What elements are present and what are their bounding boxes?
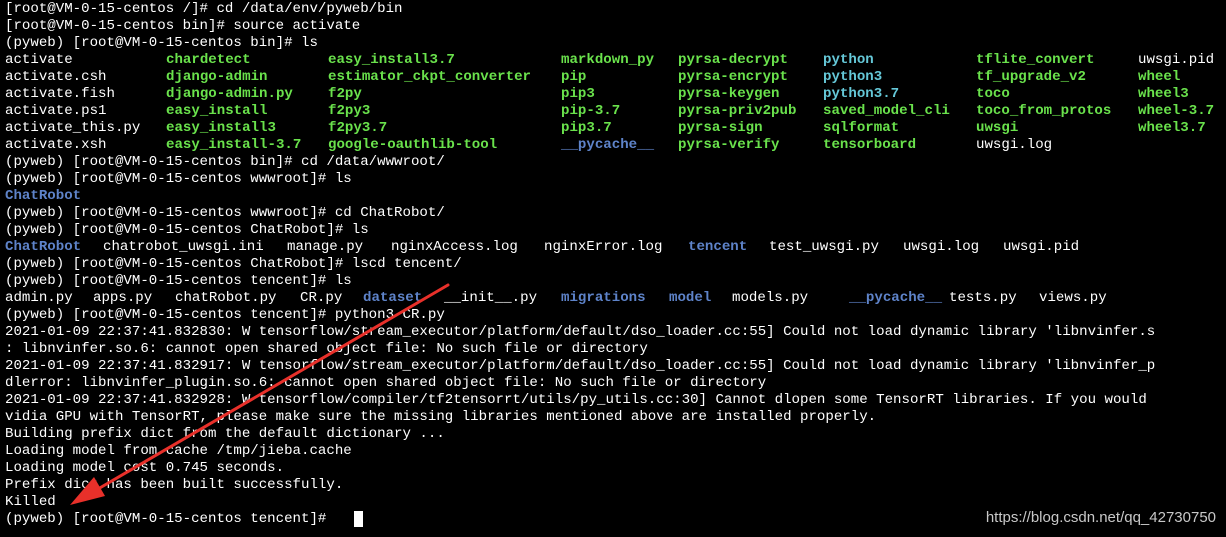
file-entry: f2py3.7 [328, 120, 388, 136]
file-entry: python [823, 52, 874, 68]
file-entry: easy_install3.7 [328, 52, 455, 68]
file-entry: uwsgi.pid [1138, 52, 1215, 68]
terminal-line: [root@VM-0-15-centos bin]# source activa… [5, 18, 361, 34]
file-entry: activate_this.py [5, 120, 141, 136]
file-entry: models.py [732, 290, 809, 306]
file-entry: easy_install-3.7 [166, 137, 302, 153]
file-entry: chardetect [166, 52, 251, 68]
log-line: Loading model cost 0.745 seconds. [5, 460, 285, 476]
file-entry: pyrsa-keygen [678, 86, 780, 102]
file-entry: activate.xsh [5, 137, 107, 153]
terminal-window[interactable]: [root@VM-0-15-centos /]# cd /data/env/py… [0, 0, 1226, 537]
terminal-line: (pyweb) [root@VM-0-15-centos ChatRobot]#… [5, 256, 462, 273]
file-entry: wheel3 [1138, 86, 1189, 102]
file-entry: __pycache__ [849, 290, 943, 306]
file-entry: tf_upgrade_v2 [976, 69, 1086, 85]
file-entry: easy_install [166, 103, 268, 119]
file-entry: pip3.7 [561, 120, 612, 136]
file-entry: nginxAccess.log [391, 239, 518, 255]
file-entry: markdown_py [561, 52, 655, 68]
file-entry: python3.7 [823, 86, 900, 102]
file-entry: activate.csh [5, 69, 107, 85]
file-entry: pyrsa-sign [678, 120, 763, 136]
file-entry: tensorboard [823, 137, 917, 153]
file-entry: django-admin [166, 69, 268, 85]
terminal-line: (pyweb) [root@VM-0-15-centos bin]# cd /d… [5, 154, 445, 170]
log-line: Prefix dict has been built successfully. [5, 477, 344, 493]
file-entry: pip [561, 69, 587, 85]
terminal-line: (pyweb) [root@VM-0-15-centos wwwroot]# l… [5, 171, 352, 187]
file-entry: migrations [561, 290, 646, 306]
file-entry: pyrsa-decrypt [678, 52, 788, 68]
log-line: 2021-01-09 22:37:41.832917: W tensorflow… [5, 358, 1156, 374]
file-entry: saved_model_cli [823, 103, 950, 119]
file-entry: activate.ps1 [5, 103, 107, 119]
file-entry: pyrsa-priv2pub [678, 103, 797, 119]
prompt-text: (pyweb) [root@VM-0-15-centos ChatRobot]#… [5, 256, 369, 272]
file-entry: activate [5, 52, 73, 68]
log-line: 2021-01-09 22:37:41.832928: W tensorflow… [5, 392, 1147, 408]
file-entry: python3 [823, 69, 883, 85]
terminal-line: (pyweb) [root@VM-0-15-centos tencent]# p… [5, 307, 445, 323]
command-text: cd tencent/ [368, 256, 462, 272]
file-entry: uwsgi [976, 120, 1019, 136]
file-entry: toco [976, 86, 1010, 102]
file-entry: uwsgi.log [903, 239, 980, 255]
file-entry: chatrobot_uwsgi.ini [103, 239, 264, 255]
terminal-cursor [354, 511, 363, 527]
file-entry: estimator_ckpt_converter [328, 69, 531, 85]
directory-entry: ChatRobot [5, 188, 82, 204]
watermark-text: https://blog.csdn.net/qq_42730750 [985, 509, 1216, 526]
file-entry: pip3 [561, 86, 595, 102]
file-entry: ChatRobot [5, 239, 82, 255]
file-entry: apps.py [93, 290, 153, 306]
terminal-line: (pyweb) [root@VM-0-15-centos wwwroot]# c… [5, 205, 445, 221]
file-entry: pyrsa-encrypt [678, 69, 788, 85]
log-line: Building prefix dict from the default di… [5, 426, 445, 442]
file-entry: easy_install3 [166, 120, 276, 136]
file-entry: wheel3.7 [1138, 120, 1206, 136]
file-entry: uwsgi.log [976, 137, 1053, 153]
file-entry: toco_from_protos [976, 103, 1112, 119]
file-entry: CR.py [300, 290, 343, 306]
log-line: 2021-01-09 22:37:41.832830: W tensorflow… [5, 324, 1156, 340]
file-entry: f2py [328, 86, 362, 102]
file-entry: __pycache__ [561, 137, 655, 153]
log-line: Loading model from cache /tmp/jieba.cach… [5, 443, 352, 459]
file-entry: nginxError.log [544, 239, 663, 255]
file-entry: pip-3.7 [561, 103, 621, 119]
terminal-line: (pyweb) [root@VM-0-15-centos ChatRobot]#… [5, 222, 369, 238]
terminal-line: (pyweb) [root@VM-0-15-centos tencent]# l… [5, 273, 352, 289]
terminal-line: (pyweb) [root@VM-0-15-centos bin]# ls [5, 35, 318, 51]
file-entry: pyrsa-verify [678, 137, 780, 153]
file-entry: manage.py [287, 239, 364, 255]
current-prompt: (pyweb) [root@VM-0-15-centos tencent]# [5, 511, 335, 527]
log-line: : libnvinfer.so.6: cannot open shared ob… [5, 341, 648, 357]
file-entry: __init__.py [444, 290, 538, 306]
file-entry: views.py [1039, 290, 1107, 306]
file-entry: wheel [1138, 69, 1181, 85]
file-entry: model [669, 290, 712, 306]
file-entry: chatRobot.py [175, 290, 277, 306]
file-entry: dataset [363, 290, 423, 306]
file-entry: wheel-3.7 [1138, 103, 1215, 119]
file-entry: sqlformat [823, 120, 900, 136]
file-entry: test_uwsgi.py [769, 239, 879, 255]
log-line: dlerror: libnvinfer_plugin.so.6: cannot … [5, 375, 767, 391]
file-entry: tests.py [949, 290, 1017, 306]
log-line: vidia GPU with TensorRT, please make sur… [5, 409, 877, 425]
file-entry: admin.py [5, 290, 73, 306]
file-entry: activate.fish [5, 86, 115, 102]
file-entry: f2py3 [328, 103, 371, 119]
file-entry: uwsgi.pid [1003, 239, 1080, 255]
terminal-line: [root@VM-0-15-centos /]# cd /data/env/py… [5, 1, 403, 17]
file-entry: google-oauthlib-tool [328, 137, 498, 153]
killed-message: Killed [5, 494, 56, 510]
file-entry: tflite_convert [976, 52, 1095, 68]
file-entry: tencent [688, 239, 748, 255]
file-entry: django-admin.py [166, 86, 293, 102]
